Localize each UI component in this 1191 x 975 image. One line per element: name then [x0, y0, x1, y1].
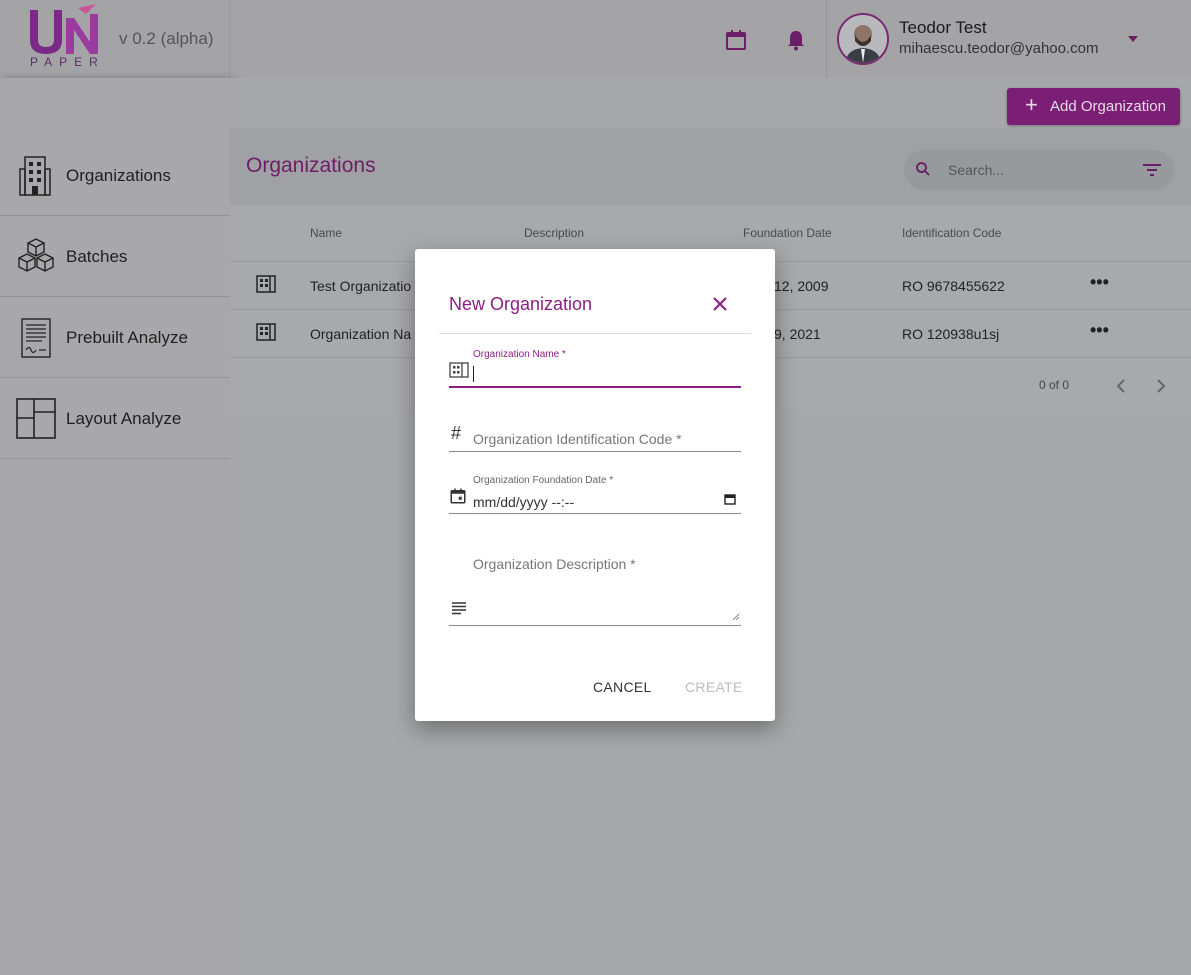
- sidebar-item-label: Organizations: [66, 166, 171, 185]
- sidebar-item-label: Prebuilt Analyze: [66, 328, 188, 347]
- calendar-icon[interactable]: [724, 28, 748, 52]
- sidebar: Organizations Batches Prebuilt Analyze L…: [0, 78, 230, 975]
- header-divider: [826, 0, 827, 78]
- search-placeholder: Search...: [948, 162, 1005, 178]
- search-icon: [916, 162, 930, 176]
- more-options-icon[interactable]: •••: [1090, 272, 1109, 293]
- app-header: PAPER v 0.2 (alpha) Teodor Test mihaescu…: [0, 0, 1191, 78]
- pagination-count: 0 of 0: [1039, 378, 1070, 392]
- sidebar-item-batches[interactable]: Batches: [0, 216, 230, 297]
- row-code: RO 120938u1sj: [902, 326, 1000, 342]
- foundation-date-underline: [449, 513, 741, 514]
- foundation-date-input[interactable]: mm/dd/yyyy --:--: [473, 494, 574, 510]
- user-email: mihaescu.teodor@yahoo.com: [899, 40, 1099, 57]
- add-organization-button[interactable]: + Add Organization: [1007, 88, 1180, 125]
- app-version: v 0.2 (alpha): [119, 29, 214, 48]
- page-title: Organizations: [246, 154, 376, 177]
- building-icon: [19, 156, 51, 196]
- logo-text: PAPER: [30, 55, 105, 69]
- sidebar-item-prebuilt-analyze[interactable]: Prebuilt Analyze: [0, 297, 230, 378]
- row-date: 9, 2021: [774, 326, 821, 342]
- avatar[interactable]: [837, 13, 889, 65]
- column-header-name[interactable]: Name: [310, 226, 342, 240]
- logo-area: PAPER v 0.2 (alpha): [0, 0, 230, 78]
- organization-id-code-field[interactable]: # Organization Identification Code *: [449, 423, 741, 453]
- organization-name-label: Organization Name *: [473, 349, 566, 360]
- plus-icon: +: [1025, 92, 1038, 117]
- new-organization-dialog: New Organization Organization Name * # O…: [415, 249, 775, 721]
- create-button[interactable]: CREATE: [685, 679, 743, 695]
- title-bar: Organizations Search...: [230, 128, 1191, 206]
- user-name: Teodor Test: [899, 18, 987, 37]
- dialog-divider: [439, 333, 751, 334]
- row-date: 12, 2009: [774, 278, 829, 294]
- organization-name-underline: [449, 386, 741, 388]
- calendar-icon: [450, 488, 466, 504]
- document-icon: [21, 318, 51, 358]
- sidebar-item-label: Layout Analyze: [66, 409, 182, 428]
- column-header-description[interactable]: Description: [524, 226, 584, 240]
- row-code: RO 9678455622: [902, 278, 1005, 294]
- chevron-left-icon[interactable]: [1115, 378, 1127, 394]
- column-header-foundation-date[interactable]: Foundation Date: [743, 226, 832, 240]
- cancel-button[interactable]: CANCEL: [593, 679, 652, 695]
- organization-foundation-date-field[interactable]: Organization Foundation Date * mm/dd/yyy…: [449, 475, 741, 515]
- building-icon: [256, 323, 276, 341]
- dialog-title: New Organization: [449, 294, 593, 314]
- user-menu-caret-icon[interactable]: [1128, 36, 1138, 42]
- chevron-right-icon[interactable]: [1155, 378, 1167, 394]
- building-icon: [449, 362, 469, 378]
- row-name: Test Organizatio: [310, 278, 412, 294]
- date-picker-icon[interactable]: [724, 493, 736, 505]
- layout-icon: [16, 398, 56, 439]
- text-lines-icon: [452, 602, 466, 615]
- organization-name-field[interactable]: Organization Name *: [449, 349, 741, 389]
- search-input[interactable]: Search...: [904, 150, 1174, 190]
- sidebar-item-organizations[interactable]: Organizations: [0, 135, 230, 216]
- column-header-identification-code[interactable]: Identification Code: [902, 226, 1001, 240]
- organization-description-placeholder: Organization Description *: [473, 556, 636, 572]
- sidebar-item-label: Batches: [66, 247, 128, 266]
- sidebar-item-layout-analyze[interactable]: Layout Analyze: [0, 378, 230, 459]
- organization-id-code-underline: [449, 451, 741, 452]
- avatar-image: [839, 15, 887, 63]
- organization-description-field[interactable]: Organization Description *: [449, 553, 741, 627]
- organization-description-underline: [449, 625, 741, 626]
- foundation-date-label: Organization Foundation Date *: [473, 475, 614, 486]
- building-icon: [256, 275, 276, 293]
- row-name: Organization Na: [310, 326, 412, 342]
- text-cursor: [473, 366, 474, 382]
- filter-icon[interactable]: [1142, 162, 1162, 178]
- close-icon[interactable]: [710, 294, 730, 314]
- boxes-icon: [18, 238, 54, 272]
- organization-id-code-placeholder: Organization Identification Code *: [473, 431, 682, 447]
- bell-icon[interactable]: [784, 28, 808, 52]
- more-options-icon[interactable]: •••: [1090, 320, 1109, 341]
- resize-handle-icon[interactable]: [732, 613, 740, 621]
- hash-icon: #: [451, 423, 462, 443]
